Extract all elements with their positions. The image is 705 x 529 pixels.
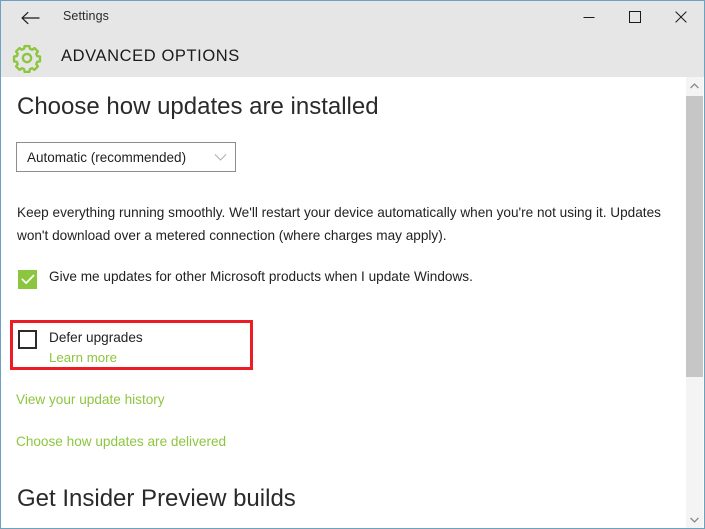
page-title: ADVANCED OPTIONS bbox=[61, 47, 240, 65]
scroll-down-icon bbox=[690, 517, 699, 523]
minimize-button[interactable] bbox=[566, 1, 612, 32]
section-title-updates: Choose how updates are installed bbox=[17, 93, 379, 120]
checkmark-icon bbox=[18, 270, 37, 289]
scroll-up-button[interactable] bbox=[686, 77, 703, 95]
defer-text-group: Defer upgrades Learn more bbox=[49, 329, 143, 368]
maximize-button[interactable] bbox=[612, 1, 658, 32]
microsoft-products-label: Give me updates for other Microsoft prod… bbox=[49, 269, 473, 284]
scrollbar-thumb[interactable] bbox=[686, 96, 703, 377]
microsoft-products-checkbox[interactable]: Give me updates for other Microsoft prod… bbox=[18, 269, 473, 289]
close-icon bbox=[675, 10, 687, 23]
view-update-history-link[interactable]: View your update history bbox=[16, 392, 165, 407]
window-controls bbox=[566, 1, 704, 32]
window-title: Settings bbox=[63, 9, 109, 23]
defer-upgrades-checkbox[interactable]: Defer upgrades Learn more bbox=[18, 329, 143, 368]
title-bar: Settings ADVANCED OPTIONS bbox=[1, 1, 704, 77]
updates-description: Keep everything running smoothly. We'll … bbox=[17, 205, 661, 243]
maximize-icon bbox=[629, 10, 641, 23]
dropdown-selected-value: Automatic (recommended) bbox=[27, 149, 187, 165]
vertical-scrollbar[interactable] bbox=[686, 77, 703, 528]
minimize-icon bbox=[583, 16, 595, 18]
scroll-down-button[interactable] bbox=[686, 511, 703, 528]
chevron-down-icon bbox=[213, 150, 227, 164]
close-button[interactable] bbox=[658, 1, 704, 32]
back-arrow-icon bbox=[21, 11, 40, 25]
learn-more-link[interactable]: Learn more bbox=[49, 348, 143, 368]
back-button[interactable] bbox=[9, 3, 53, 33]
defer-upgrades-label: Defer upgrades bbox=[49, 330, 143, 345]
empty-checkbox-icon bbox=[18, 330, 37, 349]
choose-delivery-link[interactable]: Choose how updates are delivered bbox=[16, 434, 226, 449]
gear-icon bbox=[12, 43, 42, 73]
settings-window: Settings ADVANCED OPTIONS Choose how upd… bbox=[0, 0, 705, 529]
section-title-insider: Get Insider Preview builds bbox=[17, 485, 296, 512]
content-area: Choose how updates are installed Automat… bbox=[2, 77, 688, 528]
scroll-up-icon bbox=[690, 83, 699, 89]
install-updates-dropdown[interactable]: Automatic (recommended) bbox=[16, 142, 236, 172]
